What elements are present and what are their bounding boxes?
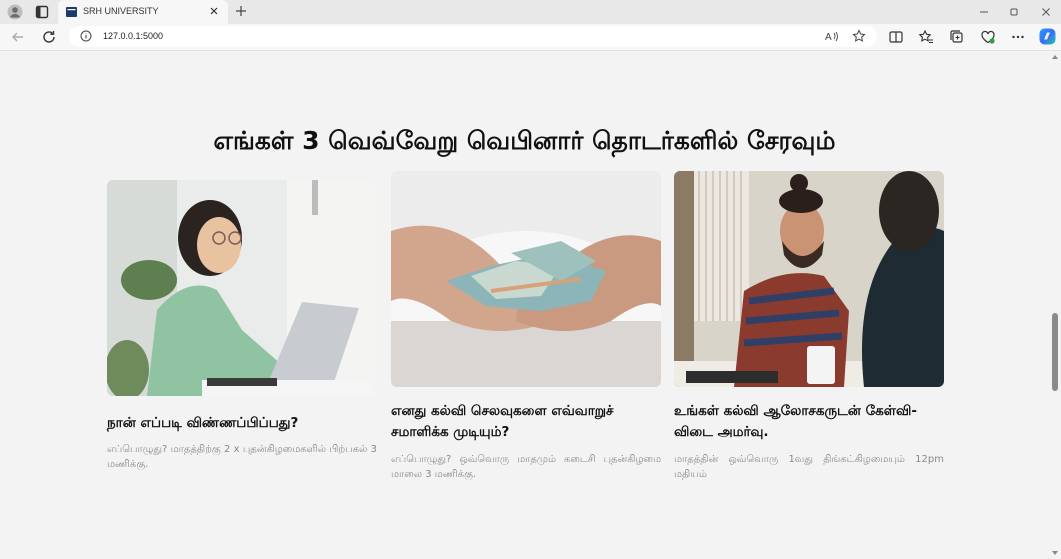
woman-with-laptop-photo bbox=[107, 180, 377, 396]
scroll-down-arrow-icon[interactable] bbox=[1052, 551, 1058, 555]
webinar-card-costs: எனது கல்வி செலவுகளை எவ்வாறுச் சமாளிக்க ம… bbox=[391, 171, 661, 491]
card-text: மாதத்தின் ஒவ்வொரு 1வது திங்கட்கிழமையும் … bbox=[674, 454, 944, 480]
scroll-thumb[interactable] bbox=[1052, 313, 1058, 391]
card-title: நான் எப்படி விண்ணப்பிப்பது? bbox=[107, 415, 299, 431]
split-screen-icon[interactable] bbox=[888, 29, 904, 45]
card-text: எப்பொழுது? ஒவ்வொரு மாதமும் கடைசி புதன்கி… bbox=[391, 454, 661, 480]
reload-icon[interactable] bbox=[41, 29, 57, 45]
smiling-man-in-cafe-photo bbox=[674, 171, 944, 387]
profile-icon[interactable] bbox=[7, 4, 23, 20]
card-text: எப்பொழுது? மாதத்திற்கு 2 x புதன்கிழமைகளி… bbox=[107, 444, 377, 470]
close-window-icon[interactable] bbox=[1039, 5, 1053, 19]
active-tab[interactable]: SRH UNIVERSITY bbox=[58, 0, 228, 24]
browser-toolbar: 127.0.0.1:5000 A bbox=[0, 24, 1061, 51]
svg-text:A: A bbox=[825, 32, 832, 43]
copilot-icon[interactable] bbox=[1039, 28, 1056, 45]
maximize-icon[interactable] bbox=[1007, 5, 1021, 19]
close-tab-icon[interactable] bbox=[208, 5, 220, 17]
tab-title: SRH UNIVERSITY bbox=[83, 6, 159, 16]
page-scrollbar[interactable] bbox=[1049, 51, 1061, 559]
page-content: எங்கள் 3 வெவ்வேறு வெபினார் தொடர்களில் சே… bbox=[0, 51, 1049, 559]
collections-icon[interactable] bbox=[949, 29, 965, 45]
webinar-card-qa: உங்கள் கல்வி ஆலோசகருடன் கேள்வி-விடை அமர்… bbox=[674, 171, 944, 491]
hands-holding-money-photo bbox=[391, 171, 661, 387]
address-bar[interactable]: 127.0.0.1:5000 A bbox=[69, 26, 877, 47]
more-options-icon[interactable] bbox=[1010, 29, 1026, 45]
card-title: உங்கள் கல்வி ஆலோசகருடன் கேள்வி-விடை அமர்… bbox=[674, 403, 917, 440]
tab-strip: SRH UNIVERSITY bbox=[0, 0, 1061, 24]
site-favicon-icon bbox=[66, 7, 77, 17]
browser-essentials-icon[interactable] bbox=[980, 29, 996, 45]
read-aloud-icon[interactable]: A bbox=[825, 30, 839, 43]
favorites-icon[interactable] bbox=[918, 29, 934, 45]
minimize-icon[interactable] bbox=[977, 5, 991, 19]
back-arrow-icon[interactable] bbox=[10, 29, 26, 45]
card-title: எனது கல்வி செலவுகளை எவ்வாறுச் சமாளிக்க ம… bbox=[391, 403, 614, 440]
favorite-star-icon[interactable] bbox=[852, 29, 866, 43]
page-heading: எங்கள் 3 வெவ்வேறு வெபினார் தொடர்களில் சே… bbox=[213, 126, 836, 155]
url-text: 127.0.0.1:5000 bbox=[103, 31, 164, 41]
new-tab-icon[interactable] bbox=[234, 4, 248, 18]
site-info-icon[interactable] bbox=[80, 30, 92, 42]
webinar-card-apply: நான் எப்படி விண்ணப்பிப்பது? எப்பொழுது? ம… bbox=[107, 180, 377, 480]
tab-actions-icon[interactable] bbox=[34, 4, 50, 20]
scroll-up-arrow-icon[interactable] bbox=[1052, 55, 1058, 59]
